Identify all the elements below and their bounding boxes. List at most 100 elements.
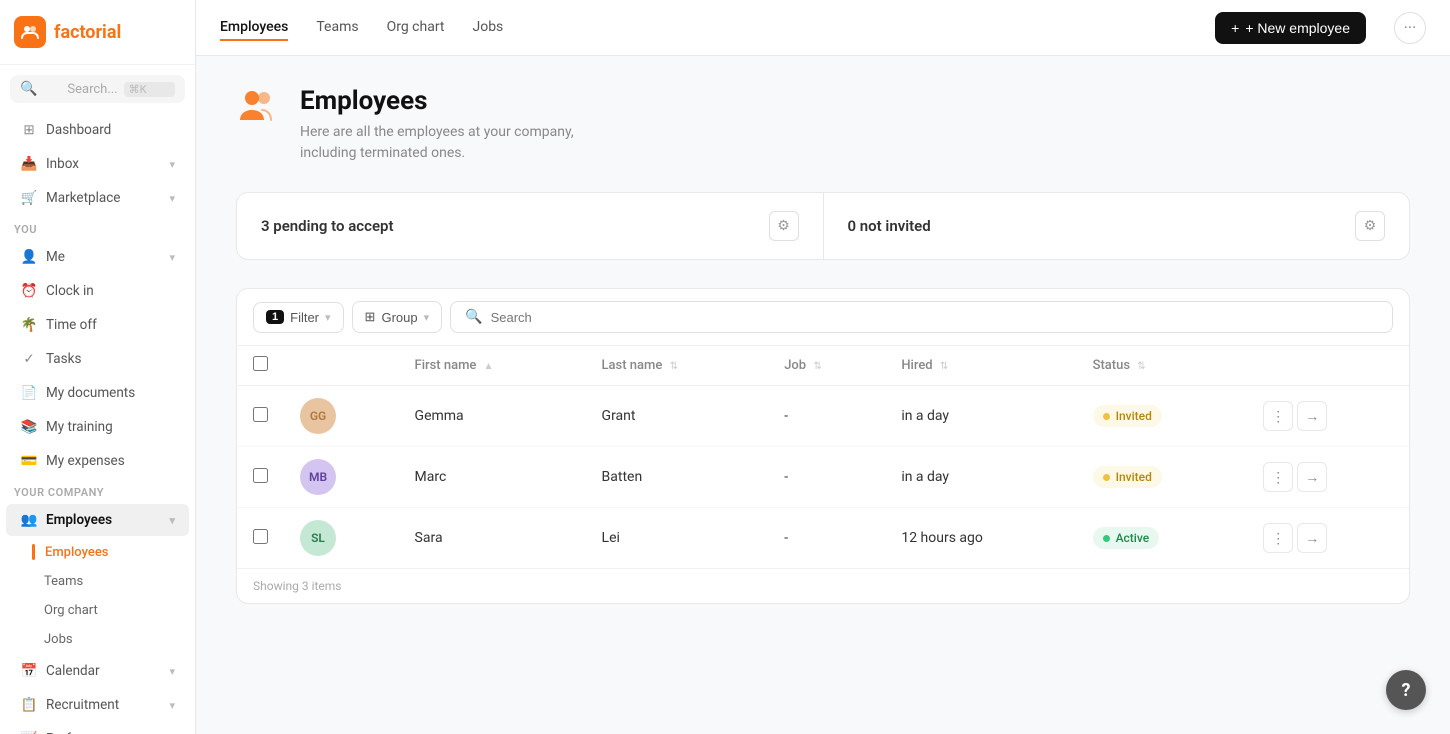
row-go-button[interactable]: → bbox=[1297, 401, 1327, 431]
stat-card-pending: 3 pending to accept ⚙ bbox=[237, 193, 824, 259]
search-icon: 🔍 bbox=[20, 81, 61, 97]
sidebar-item-label: Employees bbox=[46, 512, 112, 528]
more-options-button[interactable]: ··· bbox=[1394, 12, 1426, 44]
sort-icon: ⇅ bbox=[813, 361, 821, 372]
sidebar-sub-item-jobs[interactable]: Jobs bbox=[6, 626, 189, 653]
recruitment-icon: 📋 bbox=[20, 697, 38, 713]
table-footer: Showing 3 items bbox=[237, 568, 1409, 603]
row-more-button[interactable]: ⋮ bbox=[1263, 523, 1293, 553]
tasks-icon: ✓ bbox=[20, 351, 38, 367]
hired-cell: in a day bbox=[885, 386, 1076, 447]
tab-employees[interactable]: Employees bbox=[220, 15, 288, 41]
help-icon: ? bbox=[1402, 680, 1411, 701]
tab-jobs[interactable]: Jobs bbox=[472, 15, 503, 41]
sidebar-item-me[interactable]: 👤 Me ▾ bbox=[6, 241, 189, 273]
sidebar-item-time-off[interactable]: 🌴 Time off bbox=[6, 309, 189, 341]
table-search-box[interactable]: 🔍 bbox=[450, 301, 1393, 333]
col-actions bbox=[1247, 346, 1409, 386]
chevron-icon: ▾ bbox=[169, 158, 175, 171]
sidebar-sub-item-org-chart[interactable]: Org chart bbox=[6, 597, 189, 624]
sidebar-search[interactable]: 🔍 Search... ⌘K bbox=[10, 75, 185, 103]
documents-icon: 📄 bbox=[20, 385, 38, 401]
section-you: YOU bbox=[0, 215, 195, 240]
sidebar-sub-item-employees[interactable]: Employees bbox=[6, 538, 189, 566]
avatar-cell: GG bbox=[284, 386, 399, 447]
sidebar-item-label: Recruitment bbox=[46, 697, 119, 713]
status-dot bbox=[1103, 413, 1110, 420]
row-go-button[interactable]: → bbox=[1297, 462, 1327, 492]
sub-item-label: Teams bbox=[44, 574, 83, 589]
sidebar-item-tasks[interactable]: ✓ Tasks bbox=[6, 343, 189, 375]
sort-icon: ⇅ bbox=[1137, 361, 1145, 372]
tab-org-chart[interactable]: Org chart bbox=[387, 15, 445, 41]
not-invited-text: 0 not invited bbox=[848, 217, 931, 235]
sidebar-item-employees[interactable]: 👥 Employees ▾ bbox=[6, 504, 189, 536]
row-checkbox[interactable] bbox=[253, 529, 268, 544]
sidebar: factorial 🔍 Search... ⌘K ⊞ Dashboard 📥 I… bbox=[0, 0, 196, 734]
brand-name: factorial bbox=[54, 22, 121, 43]
row-checkbox-cell[interactable] bbox=[237, 447, 284, 508]
select-all-header[interactable] bbox=[237, 346, 284, 386]
last-name-cell: Grant bbox=[586, 386, 769, 447]
sidebar-item-clock-in[interactable]: ⏰ Clock in bbox=[6, 275, 189, 307]
employees-icon: 👥 bbox=[20, 512, 38, 528]
col-status[interactable]: Status ⇅ bbox=[1077, 346, 1248, 386]
sidebar-item-calendar[interactable]: 📅 Calendar ▾ bbox=[6, 655, 189, 687]
employees-table-body: GG Gemma Grant - in a day Invited bbox=[237, 386, 1409, 569]
actions-cell: ⋮ → bbox=[1247, 386, 1409, 447]
row-checkbox-cell[interactable] bbox=[237, 508, 284, 569]
table-search-input[interactable] bbox=[491, 310, 1378, 325]
table-row: GG Gemma Grant - in a day Invited bbox=[237, 386, 1409, 447]
col-first-name[interactable]: First name ▲ bbox=[399, 346, 586, 386]
filter-badge: 1 bbox=[266, 310, 284, 324]
select-all-checkbox[interactable] bbox=[253, 356, 268, 371]
row-more-button[interactable]: ⋮ bbox=[1263, 401, 1293, 431]
sidebar-item-dashboard[interactable]: ⊞ Dashboard bbox=[6, 114, 189, 146]
logo[interactable]: factorial bbox=[0, 0, 195, 65]
not-invited-settings-button[interactable]: ⚙ bbox=[1355, 211, 1385, 241]
status-badge: Invited bbox=[1093, 405, 1162, 427]
row-checkbox-cell[interactable] bbox=[237, 386, 284, 447]
sidebar-sub-item-teams[interactable]: Teams bbox=[6, 568, 189, 595]
sidebar-item-inbox[interactable]: 📥 Inbox ▾ bbox=[6, 148, 189, 180]
sidebar-item-my-documents[interactable]: 📄 My documents bbox=[6, 377, 189, 409]
filter-button[interactable]: 1 Filter ▾ bbox=[253, 302, 344, 333]
row-checkbox[interactable] bbox=[253, 468, 268, 483]
table-header: First name ▲ Last name ⇅ Job ⇅ Hired bbox=[237, 346, 1409, 386]
sidebar-item-label: Calendar bbox=[46, 663, 100, 679]
table-row: MB Marc Batten - in a day Invited bbox=[237, 447, 1409, 508]
job-cell: - bbox=[768, 508, 885, 569]
sidebar-item-label: Tasks bbox=[46, 351, 81, 367]
col-last-name[interactable]: Last name ⇅ bbox=[586, 346, 769, 386]
sidebar-item-label: My training bbox=[46, 419, 113, 435]
sidebar-item-my-expenses[interactable]: 💳 My expenses bbox=[6, 445, 189, 477]
sidebar-item-performance[interactable]: 📈 Performance ▾ bbox=[6, 723, 189, 734]
chevron-icon: ▾ bbox=[169, 699, 175, 712]
stat-card-not-invited: 0 not invited ⚙ bbox=[824, 193, 1410, 259]
new-employee-button[interactable]: + + New employee bbox=[1215, 12, 1366, 44]
actions-cell: ⋮ → bbox=[1247, 508, 1409, 569]
sort-icon: ⇅ bbox=[670, 361, 678, 372]
row-checkbox[interactable] bbox=[253, 407, 268, 422]
clock-icon: ⏰ bbox=[20, 283, 38, 299]
tab-teams[interactable]: Teams bbox=[316, 15, 358, 41]
sub-item-label: Employees bbox=[45, 545, 108, 560]
help-button[interactable]: ? bbox=[1386, 670, 1426, 710]
job-cell: - bbox=[768, 447, 885, 508]
avatar: SL bbox=[300, 520, 336, 556]
col-hired[interactable]: Hired ⇅ bbox=[885, 346, 1076, 386]
row-actions: ⋮ → bbox=[1263, 462, 1393, 492]
group-button[interactable]: ⊞ Group ▾ bbox=[352, 301, 443, 333]
sidebar-item-label: Time off bbox=[46, 317, 97, 333]
pending-settings-button[interactable]: ⚙ bbox=[769, 211, 799, 241]
employees-table: First name ▲ Last name ⇅ Job ⇅ Hired bbox=[237, 346, 1409, 568]
sidebar-item-my-training[interactable]: 📚 My training bbox=[6, 411, 189, 443]
sidebar-item-recruitment[interactable]: 📋 Recruitment ▾ bbox=[6, 689, 189, 721]
sidebar-item-marketplace[interactable]: 🛒 Marketplace ▾ bbox=[6, 182, 189, 214]
training-icon: 📚 bbox=[20, 419, 38, 435]
chevron-icon: ▾ bbox=[169, 192, 175, 205]
col-job[interactable]: Job ⇅ bbox=[768, 346, 885, 386]
row-more-button[interactable]: ⋮ bbox=[1263, 462, 1293, 492]
chevron-icon: ▾ bbox=[169, 251, 175, 264]
row-go-button[interactable]: → bbox=[1297, 523, 1327, 553]
